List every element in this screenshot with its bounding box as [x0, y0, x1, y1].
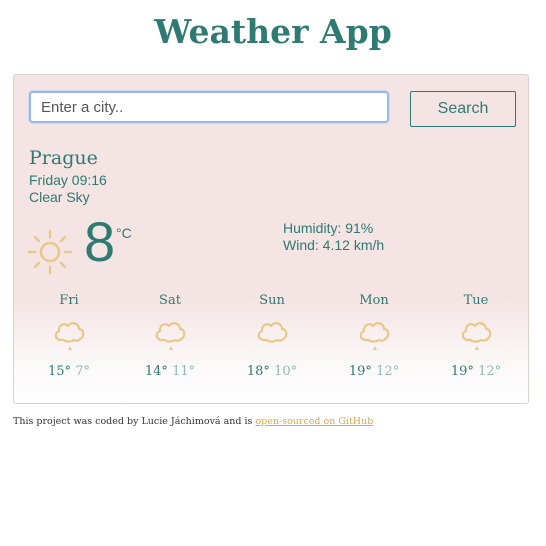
wind-text: Wind: 4.12 km/h	[283, 237, 385, 253]
footer: This project was coded by Lucie Jáchimov…	[13, 416, 373, 427]
sun-icon	[27, 229, 73, 275]
forecast-min-temp: 11°	[172, 364, 196, 379]
forecast-day-label: Tue	[463, 293, 489, 308]
weather-description: Clear Sky	[29, 189, 90, 205]
forecast-day-label: Sun	[259, 293, 285, 308]
forecast-day-label: Fri	[59, 293, 79, 308]
temperature-unit: °C	[116, 225, 132, 241]
current-datetime: Friday 09:16	[29, 172, 107, 188]
current-temperature: 8	[84, 210, 116, 273]
forecast-min-temp: 10°	[274, 364, 298, 379]
forecast-max-temp: 14°	[144, 364, 168, 379]
city-search-input[interactable]	[29, 91, 389, 123]
forecast-day: Tue 19° 12°	[426, 293, 526, 393]
city-name: Prague	[29, 147, 98, 169]
weather-card: Search Prague Friday 09:16 Clear Sky 8 °…	[13, 74, 529, 404]
forecast-max-temp: 19°	[450, 364, 474, 379]
forecast-min-temp: 7°	[75, 364, 90, 379]
github-link[interactable]: open-sourced on GitHub	[255, 416, 373, 427]
cloud-drizzle-icon	[359, 322, 390, 350]
forecast-min-temp: 12°	[478, 364, 502, 379]
forecast-day: Fri 15° 7°	[19, 293, 119, 393]
cloud-drizzle-icon	[54, 322, 85, 350]
app-title: Weather App	[154, 12, 392, 51]
forecast-day: Sun 18° 10°	[222, 293, 322, 393]
cloud-drizzle-icon	[155, 322, 186, 350]
forecast-min-temp: 12°	[376, 364, 400, 379]
forecast-max-temp: 19°	[348, 364, 372, 379]
search-button[interactable]: Search	[410, 91, 516, 127]
forecast-day-label: Mon	[359, 293, 389, 308]
humidity-text: Humidity: 91%	[283, 220, 374, 236]
forecast-day: Sat 14° 11°	[120, 293, 220, 393]
forecast-day-label: Sat	[159, 293, 181, 308]
cloud-drizzle-icon	[461, 322, 492, 350]
cloud-icon	[257, 322, 288, 343]
footer-text: This project was coded by Lucie Jáchimov…	[13, 416, 256, 427]
forecast-day: Mon 19° 12°	[324, 293, 424, 393]
forecast-max-temp: 15°	[48, 364, 72, 379]
forecast-max-temp: 18°	[246, 364, 270, 379]
